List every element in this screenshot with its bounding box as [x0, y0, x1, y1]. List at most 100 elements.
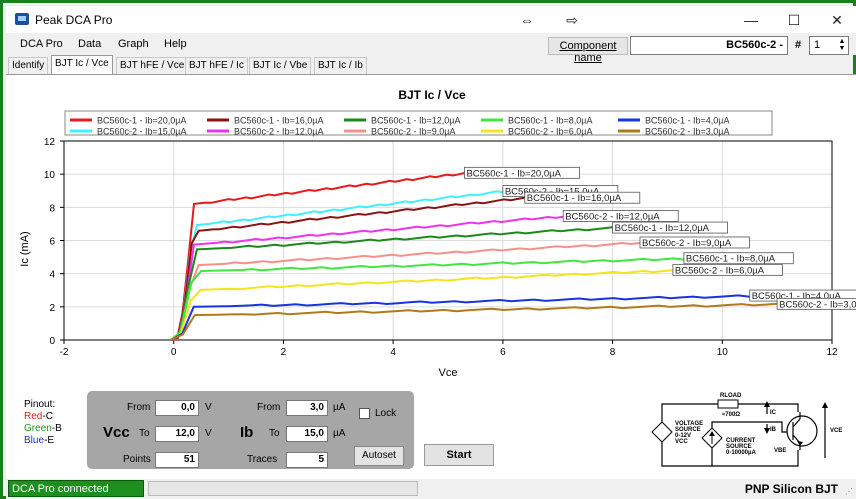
menu-data[interactable]: Data [78, 38, 101, 50]
resize-grip-icon[interactable]: ⋰ [845, 487, 853, 496]
y-tick-label: 0 [49, 336, 55, 347]
tab-identify[interactable]: Identify [8, 57, 49, 74]
component-index-value: 1 [814, 39, 821, 51]
start-button[interactable]: Start [424, 444, 494, 466]
series-end-label: BC560c-1 - Ib=16,0µA [524, 191, 641, 204]
series-end-label-text: BC560c-1 - Ib=12,0µA [615, 223, 710, 234]
points-label: Points [123, 454, 151, 465]
series-end-label-text: BC560c-2 - Ib=12,0µA [565, 211, 660, 222]
vcc-from-label: From [127, 402, 151, 413]
status-bar: DCA Pro connected PNP Silicon BJT ⋰ [6, 479, 856, 499]
series-line [170, 294, 750, 341]
tab-bjt-ic-ib[interactable]: BJT Ic / Ib [314, 57, 367, 74]
y-tick-label: 10 [44, 170, 56, 181]
traces-input[interactable]: 5 [286, 452, 328, 468]
pinout-green: Green [24, 423, 52, 434]
legend-entry: BC560c-1 - Ib=12,0µA [371, 116, 461, 126]
series-end-label-text: BC560c-1 - Ib=8,0µA [686, 254, 776, 265]
ib-label: Ib [240, 424, 254, 441]
points-input[interactable]: 51 [155, 452, 199, 468]
vbe-label: VBE [774, 448, 786, 454]
sweep-settings-box: From 0,0 V Vcc To 12,0 V Points 51 From … [87, 391, 414, 469]
autoset-button[interactable]: Autoset [354, 446, 404, 466]
x-tick-label: -2 [60, 347, 69, 358]
plot-panel: BJT Ic / Vce BC560c-1 - Ib=20,0µA BC560c-… [6, 74, 856, 386]
legend-entry: BC560c-2 - Ib=12,0µA [234, 127, 324, 137]
progress-bar [148, 481, 418, 496]
menu-help[interactable]: Help [164, 38, 187, 50]
legend-entry: BC560c-1 - Ib=4,0µA [645, 116, 729, 126]
y-tick-label: 2 [49, 303, 55, 314]
x-tick-label: 6 [500, 347, 506, 358]
control-panel: Pinout: Red-C Green-B Blue-E From 0,0 V … [6, 386, 856, 479]
y-tick-label: 4 [49, 270, 55, 281]
series-line [170, 302, 778, 341]
ib-from-input[interactable]: 3,0 [286, 400, 328, 416]
ib-to-input[interactable]: 15,0 [286, 426, 328, 442]
y-tick-label: 6 [49, 237, 55, 248]
vce-label: VCE [830, 428, 842, 434]
ib-from-unit: µA [333, 402, 346, 413]
rload-value: ≈700Ω [722, 412, 740, 418]
series-line [170, 190, 504, 341]
series-end-labels: BC560c-1 - Ib=20,0µABC560c-2 - Ib=15,0µA… [464, 166, 856, 310]
vcc-label: Vcc [103, 424, 130, 441]
exit-icon[interactable]: ⇨ [557, 9, 587, 31]
vcc-to-unit: V [205, 428, 212, 439]
series-end-label: BC560c-2 - Ib=9,0µA [639, 236, 750, 249]
title-bar: Peak DCA Pro ⇔ ⇨ — ☐ ✕ [6, 6, 856, 33]
pinout-blue-pin: -E [44, 435, 55, 446]
lock-label: Lock [375, 408, 397, 419]
x-tick-label: 4 [390, 347, 396, 358]
x-tick-label: 12 [826, 347, 838, 358]
menu-graph[interactable]: Graph [118, 38, 149, 50]
ib-to-unit: µA [333, 428, 346, 439]
series-end-label: BC560c-1 - Ib=20,0µA [464, 166, 580, 179]
test-circuit-diagram: RLOAD ≈700Ω IC IB VCE VBE VOLTAGE SOURCE… [651, 393, 842, 467]
tab-bjt-ic-vce[interactable]: BJT Ic / Vce [51, 55, 113, 74]
pinout-legend: Pinout: Red-C Green-B Blue-E [24, 399, 62, 447]
pinout-blue: Blue [24, 435, 45, 446]
legend-entry: BC560c-2 - Ib=3,0µA [645, 127, 729, 137]
restore-layout-icon[interactable]: ⇔ [512, 9, 542, 31]
component-index-spinner[interactable]: 1 ▲ ▼ [809, 36, 849, 55]
maximize-button[interactable]: ☐ [779, 9, 809, 31]
vcc-from-input[interactable]: 0,0 [155, 400, 199, 416]
device-type: PNP Silicon BJT [744, 482, 838, 496]
legend-entry: BC560c-2 - Ib=15,0µA [97, 127, 187, 137]
vcc-from-unit: V [205, 402, 212, 413]
connection-status: DCA Pro connected [8, 480, 144, 497]
tab-bjt-hfe-vce[interactable]: BJT hFE / Vce [116, 57, 189, 74]
legend-entry: BC560c-2 - Ib=6,0µA [508, 127, 592, 137]
chart-title: BJT Ic / Vce [398, 88, 466, 102]
vcc-circuit-label: VCC [675, 439, 688, 445]
pinout-green-pin: -B [51, 423, 62, 434]
series-end-label-text: BC560c-2 - Ib=3,0µA [779, 299, 856, 310]
pinout-title: Pinout: [24, 399, 56, 410]
window-title: Peak DCA Pro [35, 13, 113, 27]
menu-dca-pro[interactable]: DCA Pro [20, 38, 63, 50]
component-name-input[interactable]: BC560c-2 - [630, 36, 788, 55]
app-icon [15, 13, 29, 25]
isource-range: 0-10000µA [726, 450, 756, 456]
ic-vce-chart: BJT Ic / Vce BC560c-1 - Ib=20,0µA BC560c-… [19, 88, 856, 379]
component-name-label[interactable]: Component name [548, 37, 628, 64]
vcc-to-label: To [139, 428, 150, 439]
series-end-label-text: BC560c-2 - Ib=9,0µA [642, 238, 732, 249]
minimize-button[interactable]: — [736, 9, 766, 31]
tab-bjt-ic-vbe[interactable]: BJT Ic / Vbe [249, 57, 312, 74]
lock-checkbox[interactable] [359, 408, 370, 419]
series-end-label: BC560c-1 - Ib=8,0µA [683, 252, 794, 265]
close-button[interactable]: ✕ [822, 9, 852, 31]
y-tick-label: 12 [44, 137, 56, 148]
tab-bjt-hfe-ic[interactable]: BJT hFE / Ic [185, 57, 248, 74]
vcc-to-input[interactable]: 12,0 [155, 426, 199, 442]
series-line [170, 215, 564, 341]
ib-to-label: To [269, 428, 280, 439]
spinner-arrows-icon[interactable]: ▲ ▼ [837, 38, 847, 53]
load-resistor-icon [717, 399, 739, 409]
x-tick-label: 8 [610, 347, 616, 358]
series-line [170, 196, 525, 341]
ic-label: IC [770, 410, 777, 416]
series-end-label: BC560c-2 - Ib=6,0µA [672, 263, 783, 276]
